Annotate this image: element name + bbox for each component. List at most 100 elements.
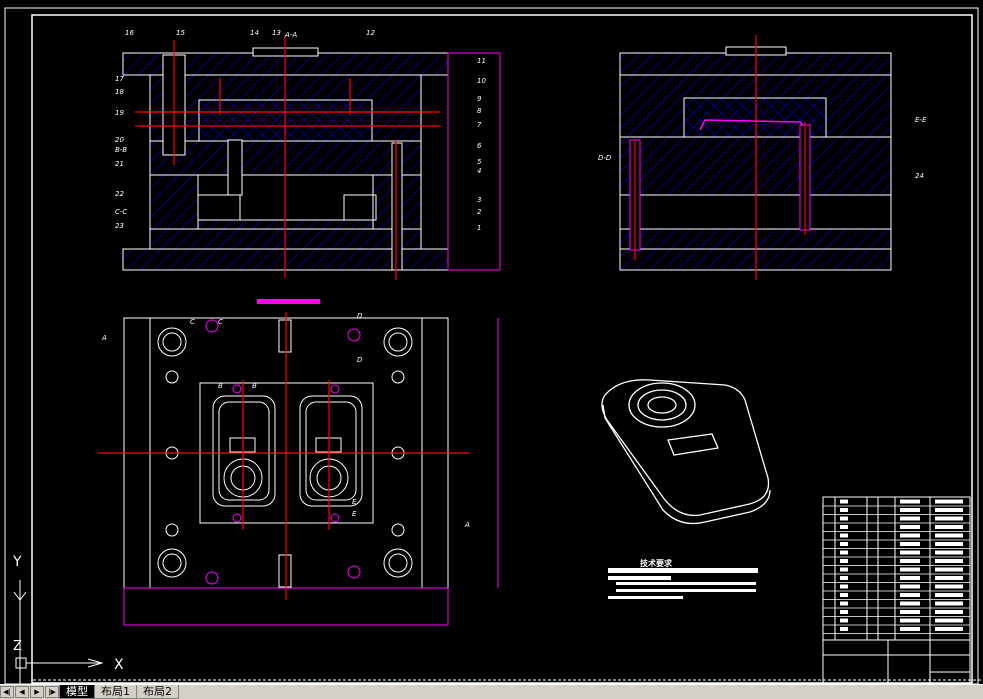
title-block-cell-text [900,499,920,504]
title-block-cell-text [900,601,920,606]
svg-text:7: 7 [477,121,482,129]
svg-text:C-C: C-C [115,208,127,216]
title-block-cell-text [935,567,963,572]
svg-text:6: 6 [477,142,482,150]
svg-text:11: 11 [477,57,486,65]
title-block-cell-text [900,559,920,563]
title-block-cell-text [935,618,963,623]
drawing-canvas[interactable]: 16 15 14 13 A-A 12 11 10 9 8 7 6 5 4 3 2… [0,0,983,684]
svg-text:E: E [352,498,357,506]
svg-text:22: 22 [115,190,124,198]
svg-text:D: D [357,312,363,320]
svg-text:16: 16 [125,29,134,37]
technical-requirements: 技术要求 [608,558,758,599]
title-block-cell-text [900,550,920,555]
title-block-cell-text [935,627,963,631]
title-block-cell-text [900,610,920,614]
title-block-cell-text [935,550,963,555]
svg-text:9: 9 [477,95,482,103]
title-block-cell-text [935,601,963,606]
title-block-cell-text [900,593,920,597]
svg-text:A: A [101,334,107,342]
part-3d-view[interactable] [601,379,771,525]
svg-text:17: 17 [115,75,124,83]
tab-layout2[interactable]: 布局2 [136,685,179,699]
title-block-cell-text [935,499,963,504]
svg-text:21: 21 [115,160,124,168]
title-block-cell-text [840,559,848,563]
title-block-cell-text [840,525,848,529]
svg-text:X: X [114,657,124,673]
svg-text:Y: Y [12,554,22,570]
title-block-cell-text [840,550,848,555]
previous-tab-button[interactable]: ◀ [15,686,29,698]
title-block-cell-text [935,584,963,589]
svg-text:B: B [218,382,223,390]
svg-text:D: D [357,356,363,364]
svg-text:10: 10 [477,77,486,85]
plan-view[interactable] [123,317,499,626]
svg-text:14: 14 [250,29,259,37]
title-block-cell-text [935,593,963,597]
title-block-cell-text [840,610,848,614]
main-section-view[interactable] [122,47,501,271]
title-block [822,496,971,684]
layout-tab-bar: ◀| ◀ ▶ |▶ 模型 布局1 布局2 [0,684,983,699]
svg-text:C: C [218,318,223,326]
title-block-cell-text [840,567,848,572]
title-block-cell-text [840,542,848,546]
svg-text:4: 4 [477,167,481,175]
title-block-cell-text [900,627,920,631]
plan-centerlines [98,312,470,600]
title-block-cell-text [935,610,963,614]
title-block-cell-text [840,601,848,606]
title-block-rows [823,499,970,634]
title-block-cell-text [935,559,963,563]
svg-text:A-A: A-A [284,31,297,39]
title-block-cell-text [840,627,848,631]
title-block-cell-text [935,542,963,546]
title-block-cell-text [900,516,920,521]
title-block-cell-text [900,618,920,623]
title-block-cell-text [900,525,920,529]
svg-text:D-D: D-D [598,154,612,162]
svg-text:2: 2 [477,208,482,216]
first-tab-button[interactable]: ◀| [0,686,14,698]
plan-title-bar [257,299,320,304]
svg-text:24: 24 [915,172,924,180]
svg-text:A: A [464,521,470,529]
next-tab-button[interactable]: ▶ [30,686,44,698]
svg-text:13: 13 [272,29,281,37]
title-block-cell-text [900,576,920,580]
title-block-cell-text [840,593,848,597]
title-block-cell-text [840,516,848,521]
title-block-cell-text [935,525,963,529]
title-block-cell-text [900,584,920,589]
title-block-cell-text [900,567,920,572]
svg-text:18: 18 [115,88,124,96]
svg-text:19: 19 [115,109,124,117]
title-block-cell-text [840,584,848,589]
title-block-cell-text [935,516,963,521]
title-block-cell-text [840,618,848,623]
title-block-cell-text [935,576,963,580]
title-block-cell-text [900,533,920,538]
title-block-cell-text [840,499,848,504]
svg-text:15: 15 [176,29,185,37]
title-block-cell-text [935,533,963,538]
title-block-cell-text [840,533,848,538]
title-block-cell-text [840,576,848,580]
svg-text:E: E [352,510,357,518]
last-tab-button[interactable]: |▶ [45,686,59,698]
tab-layout1[interactable]: 布局1 [94,685,137,699]
svg-text:8: 8 [477,107,482,115]
svg-text:5: 5 [477,158,482,166]
svg-text:20: 20 [115,136,124,144]
svg-text:C: C [190,318,195,326]
title-block-cell-text [935,508,963,512]
title-block-cell-text [900,508,920,512]
tab-model[interactable]: 模型 [59,685,95,699]
title-block-cell-text [840,508,848,512]
svg-text:Z: Z [13,639,22,654]
svg-text:E-E: E-E [915,116,927,124]
